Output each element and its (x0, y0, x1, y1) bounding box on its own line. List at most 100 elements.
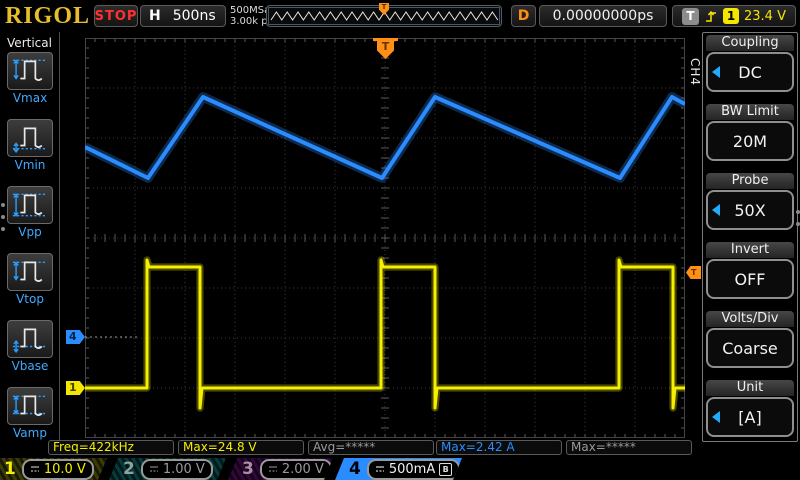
sidebar-item-vmax[interactable]: Vmax (0, 52, 60, 105)
menu-item-volts-div: Volts/Div Coarse (706, 311, 794, 368)
delay-value-button[interactable]: 0.00000000ps (539, 5, 667, 27)
coupling-dc-icon (30, 464, 40, 474)
waveform-display (85, 38, 685, 438)
channel-3-status[interactable]: 3 2.00 V (228, 458, 333, 480)
channel-number: 3 (242, 459, 254, 479)
scope-graticule (85, 38, 685, 438)
sidebar-item-label: Vmin (0, 158, 60, 172)
sidebar-item-label: Vmax (0, 91, 60, 105)
sidebar-item-vamp[interactable]: Vamp (0, 387, 60, 440)
ch1-ground-marker[interactable]: 1 (66, 381, 85, 395)
menu-item-unit: Unit [A] (706, 380, 794, 437)
channel-settings-menu: CH4 Coupling DC BW Limit 20M Probe 50X I… (686, 32, 800, 446)
coupling-dc-icon (375, 464, 385, 474)
menu-scroll-dots (796, 210, 800, 234)
oscilloscope-screen: RIGOL STOP H 500ns 500MSa/s 3.00k pts T … (0, 0, 800, 480)
menu-item-value: OFF (735, 270, 766, 289)
rigol-logo: RIGOL (5, 3, 90, 30)
coupling-dc-icon (268, 464, 278, 474)
ch4-ground-marker[interactable]: 4 (66, 330, 85, 344)
channel-status-bar: 1 10.0 V 2 1.00 V 3 (0, 458, 800, 480)
vpp-icon (10, 190, 50, 220)
volts-div-value-button[interactable]: Coarse (706, 328, 794, 368)
sidebar-item-vbase[interactable]: Vbase (0, 320, 60, 373)
vmin-button[interactable] (7, 119, 53, 157)
measure-menu-title: Vertical (0, 36, 59, 50)
probe-value-button[interactable]: 50X (706, 190, 794, 230)
channel-2-status[interactable]: 2 1.00 V (109, 458, 226, 480)
measurement-freq: Freq=422kHz (48, 440, 174, 455)
channel-scale: 1.00 V (163, 462, 205, 477)
menu-page-dots (1, 203, 5, 239)
sidebar-item-vmin[interactable]: Vmin (0, 119, 60, 172)
top-bar: RIGOL STOP H 500ns 500MSa/s 3.00k pts T … (0, 0, 800, 32)
unit-value-button[interactable]: [A] (706, 397, 794, 437)
menu-item-value: DC (738, 63, 762, 82)
menu-item-value: 20M (733, 132, 767, 151)
selector-triangle-icon (712, 411, 720, 423)
measurement-max-2: Max=***** (566, 440, 692, 455)
channel-number: 2 (123, 459, 135, 479)
channel-1-status[interactable]: 1 10.0 V (0, 458, 107, 480)
selector-triangle-icon (712, 66, 720, 78)
bw-limit-badge: B (439, 463, 452, 476)
vmin-icon (10, 123, 50, 153)
selector-triangle-icon (712, 204, 720, 216)
coupling-dc-icon (149, 464, 159, 474)
delay-label-button[interactable]: D (511, 5, 536, 27)
waveform-memory-preview[interactable]: T (266, 5, 502, 27)
menu-item-label: BW Limit (706, 104, 794, 120)
channel-number: 4 (349, 459, 361, 479)
trigger-slope-icon (704, 8, 718, 24)
channel-scale-box: 2.00 V (260, 459, 332, 480)
vamp-button[interactable] (7, 387, 53, 425)
trigger-label: T (682, 8, 699, 25)
vtop-button[interactable] (7, 253, 53, 291)
vtop-icon (10, 257, 50, 287)
vbase-button[interactable] (7, 320, 53, 358)
channel-scale-box: 10.0 V (22, 459, 94, 480)
measurement-max-a: Max=2.42 A (436, 440, 562, 455)
measurement-avg: Avg=***** (308, 440, 434, 455)
channel-tab: CH4 (688, 58, 702, 72)
sidebar-item-vpp[interactable]: Vpp (0, 186, 60, 239)
menu-item-coupling: Coupling DC (706, 35, 794, 92)
invert-value-button[interactable]: OFF (706, 259, 794, 299)
trigger-level-readout: 23.4 V (744, 9, 786, 24)
channel-scale-box: 500mA B (367, 459, 460, 480)
channel-4-status[interactable]: 4 500mA B (335, 458, 462, 480)
sidebar-item-label: Vpp (0, 225, 60, 239)
menu-item-value: Coarse (722, 339, 778, 358)
menu-item-invert: Invert OFF (706, 242, 794, 299)
menu-item-probe: Probe 50X (706, 173, 794, 230)
menu-item-value: [A] (738, 408, 761, 427)
menu-item-label: Probe (706, 173, 794, 189)
vamp-icon (10, 391, 50, 421)
horizontal-timebase-button[interactable]: H 500ns (140, 5, 226, 27)
vpp-button[interactable] (7, 186, 53, 224)
coupling-value-button[interactable]: DC (706, 52, 794, 92)
channel-scale: 500mA (389, 462, 435, 477)
sidebar-item-label: Vbase (0, 359, 60, 373)
channel-number: 1 (4, 459, 16, 479)
measurement-bar: Freq=422kHz Max=24.8 V Avg=***** Max=2.4… (0, 440, 800, 456)
menu-item-label: Unit (706, 380, 794, 396)
measurement-max-v: Max=24.8 V (178, 440, 304, 455)
trigger-info-button[interactable]: T 1 23.4 V (672, 5, 796, 27)
menu-item-value: 50X (734, 201, 765, 220)
vertical-measure-menu: Vertical Vmax Vmin (0, 32, 60, 452)
sidebar-item-vtop[interactable]: Vtop (0, 253, 60, 306)
vbase-icon (10, 324, 50, 354)
channel-scale: 10.0 V (44, 462, 86, 477)
trigger-source-badge: 1 (723, 8, 739, 24)
sidebar-item-label: Vtop (0, 292, 60, 306)
bw-limit-value-button[interactable]: 20M (706, 121, 794, 161)
vmax-icon (10, 56, 50, 86)
channel-scale-box: 1.00 V (141, 459, 213, 480)
menu-item-label: Coupling (706, 35, 794, 51)
vmax-button[interactable] (7, 52, 53, 90)
run-state-button[interactable]: STOP (94, 5, 138, 27)
timebase-value: 500ns (173, 8, 216, 24)
channel-scale: 2.00 V (282, 462, 324, 477)
menu-item-label: Volts/Div (706, 311, 794, 327)
